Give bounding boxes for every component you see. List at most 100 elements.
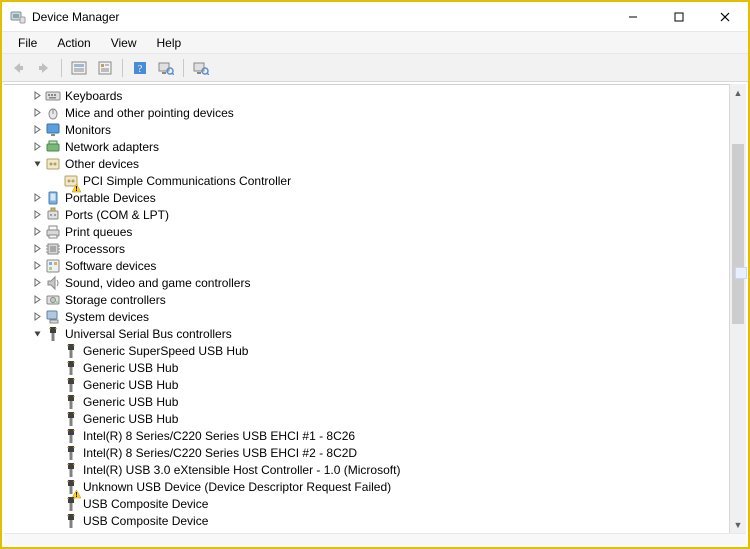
vertical-scrollbar[interactable]: ▲ ▼ xyxy=(729,84,746,533)
usb-icon xyxy=(63,479,79,495)
toolbar-separator xyxy=(122,59,123,77)
menu-view[interactable]: View xyxy=(101,34,147,52)
usb-icon xyxy=(63,394,79,410)
tree-item-label: Keyboards xyxy=(65,89,122,103)
window-title: Device Manager xyxy=(32,10,119,24)
tree-item[interactable]: USB Composite Device xyxy=(4,512,746,529)
expand-icon[interactable] xyxy=(30,123,44,137)
tree-item[interactable]: Universal Serial Bus controllers xyxy=(4,325,746,342)
expand-icon[interactable] xyxy=(30,208,44,222)
minimize-button[interactable] xyxy=(610,2,656,32)
menu-action[interactable]: Action xyxy=(47,34,100,52)
menubar: File Action View Help xyxy=(2,32,748,54)
usb-icon xyxy=(63,428,79,444)
maximize-button[interactable] xyxy=(656,2,702,32)
expand-icon[interactable] xyxy=(30,89,44,103)
network-icon xyxy=(45,139,61,155)
tree-item[interactable]: Software devices xyxy=(4,257,746,274)
expand-icon[interactable] xyxy=(30,242,44,256)
scroll-thumb[interactable] xyxy=(732,144,744,324)
scroll-up-button[interactable]: ▲ xyxy=(730,84,746,101)
tree-item[interactable]: Generic USB Hub xyxy=(4,410,746,427)
expand-icon[interactable] xyxy=(30,191,44,205)
menu-help[interactable]: Help xyxy=(147,34,192,52)
tree-item-label: USB Composite Device xyxy=(83,514,208,528)
tree-item-label: Software devices xyxy=(65,259,156,273)
tree-item[interactable]: Intel(R) USB 3.0 eXtensible Host Control… xyxy=(4,461,746,478)
tree-item[interactable]: Other devices xyxy=(4,155,746,172)
scan-hardware-button[interactable] xyxy=(154,57,178,79)
tree-item-label: Other devices xyxy=(65,157,139,171)
twisty-none xyxy=(48,395,62,409)
tree-item-label: Universal Serial Bus controllers xyxy=(65,327,232,341)
expand-icon[interactable] xyxy=(30,293,44,307)
twisty-none xyxy=(48,412,62,426)
scroll-down-button[interactable]: ▼ xyxy=(730,516,746,533)
help-button[interactable]: ? xyxy=(128,57,152,79)
tree-item[interactable]: Generic USB Hub xyxy=(4,359,746,376)
app-icon xyxy=(10,9,26,25)
system-icon xyxy=(45,309,61,325)
toolbar: ? xyxy=(2,54,748,82)
tree-item-label: Generic USB Hub xyxy=(83,378,178,392)
collapse-icon[interactable] xyxy=(30,157,44,171)
tree-item-label: Intel(R) 8 Series/C220 Series USB EHCI #… xyxy=(83,446,357,460)
tree-item[interactable]: Sound, video and game controllers xyxy=(4,274,746,291)
tree-item-label: Processors xyxy=(65,242,125,256)
tree-item[interactable]: Ports (COM & LPT) xyxy=(4,206,746,223)
tree-item[interactable]: PCI Simple Communications Controller xyxy=(4,172,746,189)
tree-item[interactable]: Keyboards xyxy=(4,87,746,104)
usb-icon xyxy=(63,496,79,512)
tree-item-label: Mice and other pointing devices xyxy=(65,106,234,120)
twisty-none xyxy=(48,378,62,392)
expand-icon[interactable] xyxy=(30,276,44,290)
tree-item[interactable]: Portable Devices xyxy=(4,189,746,206)
tree-item-label: USB Composite Device xyxy=(83,497,208,511)
tree-item[interactable]: USB Composite Device xyxy=(4,495,746,512)
tree-item[interactable]: Print queues xyxy=(4,223,746,240)
tree-view[interactable]: Keyboards Mice and other pointing devices… xyxy=(4,84,746,533)
tree-item-label: Generic USB Hub xyxy=(83,395,178,409)
twisty-none xyxy=(48,429,62,443)
tree-item[interactable]: Intel(R) 8 Series/C220 Series USB EHCI #… xyxy=(4,427,746,444)
tree-item-label: Generic USB Hub xyxy=(83,361,178,375)
update-driver-button[interactable] xyxy=(189,57,213,79)
close-button[interactable] xyxy=(702,2,748,32)
forward-button[interactable] xyxy=(32,57,56,79)
tree-item[interactable]: Network adapters xyxy=(4,138,746,155)
tree-item[interactable]: System devices xyxy=(4,308,746,325)
expand-icon[interactable] xyxy=(30,259,44,273)
tree-item[interactable]: Storage controllers xyxy=(4,291,746,308)
usb-icon xyxy=(63,360,79,376)
expand-icon[interactable] xyxy=(30,310,44,324)
menu-file[interactable]: File xyxy=(8,34,47,52)
usb-icon xyxy=(63,462,79,478)
expand-icon[interactable] xyxy=(30,225,44,239)
software-icon xyxy=(45,258,61,274)
show-hidden-button[interactable] xyxy=(67,57,91,79)
tree-item-label: Sound, video and game controllers xyxy=(65,276,250,290)
usb-icon xyxy=(63,445,79,461)
tree-item-label: Ports (COM & LPT) xyxy=(65,208,169,222)
tree-item-label: Portable Devices xyxy=(65,191,156,205)
warning-icon xyxy=(72,182,81,191)
twisty-none xyxy=(48,463,62,477)
twisty-none xyxy=(48,174,62,188)
tree-item[interactable]: Generic SuperSpeed USB Hub xyxy=(4,342,746,359)
expand-icon[interactable] xyxy=(30,140,44,154)
collapse-icon[interactable] xyxy=(30,327,44,341)
twisty-none xyxy=(48,514,62,528)
tree-item[interactable]: Generic USB Hub xyxy=(4,376,746,393)
properties-button[interactable] xyxy=(93,57,117,79)
storage-icon xyxy=(45,292,61,308)
tree-item[interactable]: Processors xyxy=(4,240,746,257)
tree-item[interactable]: Intel(R) 8 Series/C220 Series USB EHCI #… xyxy=(4,444,746,461)
tree-item[interactable]: Monitors xyxy=(4,121,746,138)
tree-item[interactable]: Mice and other pointing devices xyxy=(4,104,746,121)
tree-item-label: Print queues xyxy=(65,225,132,239)
tree-item-label: Monitors xyxy=(65,123,111,137)
tree-item[interactable]: Unknown USB Device (Device Descriptor Re… xyxy=(4,478,746,495)
tree-item[interactable]: Generic USB Hub xyxy=(4,393,746,410)
expand-icon[interactable] xyxy=(30,106,44,120)
back-button[interactable] xyxy=(6,57,30,79)
